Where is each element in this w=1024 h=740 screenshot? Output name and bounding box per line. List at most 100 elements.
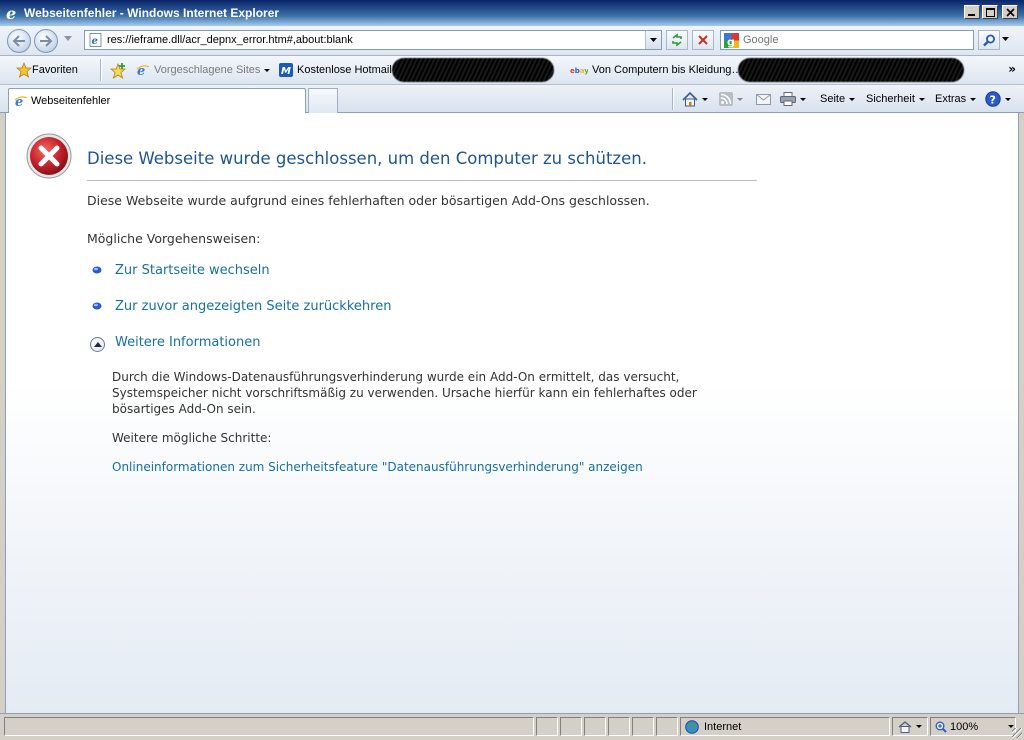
fav-item-hotmail[interactable]: M Kostenlose Hotmail (279, 60, 392, 80)
error-icon (26, 133, 72, 179)
read-mail-button[interactable] (756, 90, 771, 108)
status-pane (560, 717, 582, 736)
svg-text:e: e (92, 36, 98, 47)
more-favorites-chevron-icon[interactable]: » (1008, 62, 1016, 76)
zone-label: Internet (704, 720, 742, 733)
collapse-more-info-button[interactable] (90, 337, 105, 352)
stop-button[interactable] (692, 30, 714, 50)
tab-row: e Webseitenfehler Seite Sicherheit Extra… (0, 85, 1024, 113)
help-icon: ? (985, 91, 1001, 107)
safety-menu-label: Sicherheit (866, 93, 915, 105)
go-back-link[interactable]: Zur zuvor angezeigten Seite zurückkehren (115, 299, 391, 314)
close-icon (1005, 7, 1015, 17)
svg-text:g: g (727, 36, 735, 49)
chevron-down-icon (1005, 97, 1011, 101)
security-zone[interactable]: Internet (680, 717, 890, 736)
magnifier-icon (982, 34, 995, 46)
back-button[interactable] (7, 29, 31, 53)
fav-item-label: Von Computern bis Kleidung… (592, 64, 743, 76)
chevron-down-icon (650, 37, 657, 42)
favorites-star-icon (16, 62, 32, 78)
print-button[interactable] (780, 90, 806, 108)
refresh-icon (672, 33, 682, 47)
fav-item-suggested-sites[interactable]: e Vorgeschlagene Sites (136, 60, 271, 80)
close-window-button[interactable] (1002, 5, 1018, 19)
status-pane (584, 717, 606, 736)
window-controls (964, 5, 1018, 19)
chevron-down-icon (916, 725, 922, 728)
ebay-icon: ebay (570, 67, 588, 75)
chevron-down-icon (264, 68, 271, 72)
bullet-icon (92, 266, 102, 274)
tab-webseitenfehler[interactable]: e Webseitenfehler (8, 88, 306, 113)
protected-mode-button[interactable] (892, 717, 928, 736)
search-button[interactable] (978, 30, 1000, 50)
window-title: Webseitenfehler - Windows Internet Explo… (24, 6, 280, 20)
chevron-down-icon (970, 97, 977, 101)
go-to-homepage-link[interactable]: Zur Startseite wechseln (115, 263, 270, 278)
address-input[interactable] (107, 32, 637, 48)
stop-icon (698, 35, 708, 45)
printer-icon (780, 92, 796, 106)
resize-grip[interactable] (1012, 728, 1022, 738)
back-arrow-icon (12, 35, 25, 47)
error-description: Diese Webseite wurde aufgrund eines fehl… (87, 193, 650, 208)
redacted-area (738, 58, 964, 82)
zoom-control[interactable]: 100% (930, 717, 1016, 736)
page-icon: e (89, 33, 102, 47)
svg-text:ebay: ebay (570, 67, 588, 75)
globe-icon (685, 719, 699, 734)
maximize-icon (985, 7, 995, 17)
chevron-down-icon (800, 97, 806, 101)
favorites-bar: Favoriten e Vorgeschlagene Sites M Koste… (0, 56, 1024, 85)
feeds-button[interactable] (719, 90, 743, 108)
safety-menu-button[interactable]: Sicherheit (866, 90, 925, 108)
bullet-icon (92, 302, 102, 310)
search-options-dropdown-icon[interactable] (1002, 37, 1009, 42)
help-button[interactable]: ? (985, 90, 1011, 108)
mail-icon (756, 93, 771, 105)
separator (100, 59, 102, 81)
svg-text:e: e (6, 5, 16, 21)
ie-icon: e (14, 95, 28, 108)
zoom-level: 100% (950, 720, 979, 733)
svg-text:?: ? (990, 94, 996, 107)
maximize-button[interactable] (982, 5, 998, 19)
home-icon (682, 91, 698, 106)
more-info-details: Durch die Windows-Datenausführungsverhin… (112, 370, 697, 416)
add-favorite-icon[interactable] (110, 63, 127, 79)
minimize-button[interactable] (964, 5, 980, 19)
status-text-pane (4, 717, 534, 736)
search-input[interactable] (743, 32, 969, 48)
search-box[interactable]: g (720, 30, 974, 50)
favorites-button[interactable]: Favoriten (10, 60, 84, 80)
zoom-magnifier-icon (935, 721, 947, 733)
address-bar[interactable]: e (84, 30, 662, 50)
chevron-down-icon (918, 97, 925, 101)
address-dropdown-button[interactable] (645, 31, 661, 49)
page-menu-button[interactable]: Seite (820, 90, 856, 108)
page-title: Diese Webseite wurde geschlossen, um den… (87, 149, 647, 168)
status-pane (608, 717, 630, 736)
chevron-down-icon (849, 97, 856, 101)
page-menu-label: Seite (820, 93, 846, 105)
recent-pages-dropdown-icon[interactable] (64, 36, 72, 42)
rss-feed-icon (719, 92, 733, 106)
home-button[interactable] (682, 90, 708, 108)
refresh-button[interactable] (666, 30, 688, 50)
google-logo-icon: g (724, 33, 739, 48)
fav-item-ebay[interactable]: ebay Von Computern bis Kleidung… (570, 60, 742, 80)
dep-online-info-link[interactable]: Onlineinformationen zum Sicherheitsfeatu… (112, 460, 643, 474)
ie-logo-icon: e (6, 5, 16, 21)
tools-menu-button[interactable]: Extras (935, 90, 977, 108)
separator (672, 88, 674, 110)
further-steps-heading: Weitere mögliche Schritte: (112, 431, 272, 445)
more-info-toggle[interactable]: Weitere Informationen (115, 335, 260, 350)
forward-button[interactable] (34, 29, 58, 53)
tools-menu-label: Extras (935, 93, 967, 105)
forward-arrow-icon (40, 35, 53, 47)
status-pane (656, 717, 678, 736)
redacted-area (392, 58, 554, 82)
home-icon (898, 720, 912, 733)
new-tab-button[interactable] (308, 88, 338, 113)
